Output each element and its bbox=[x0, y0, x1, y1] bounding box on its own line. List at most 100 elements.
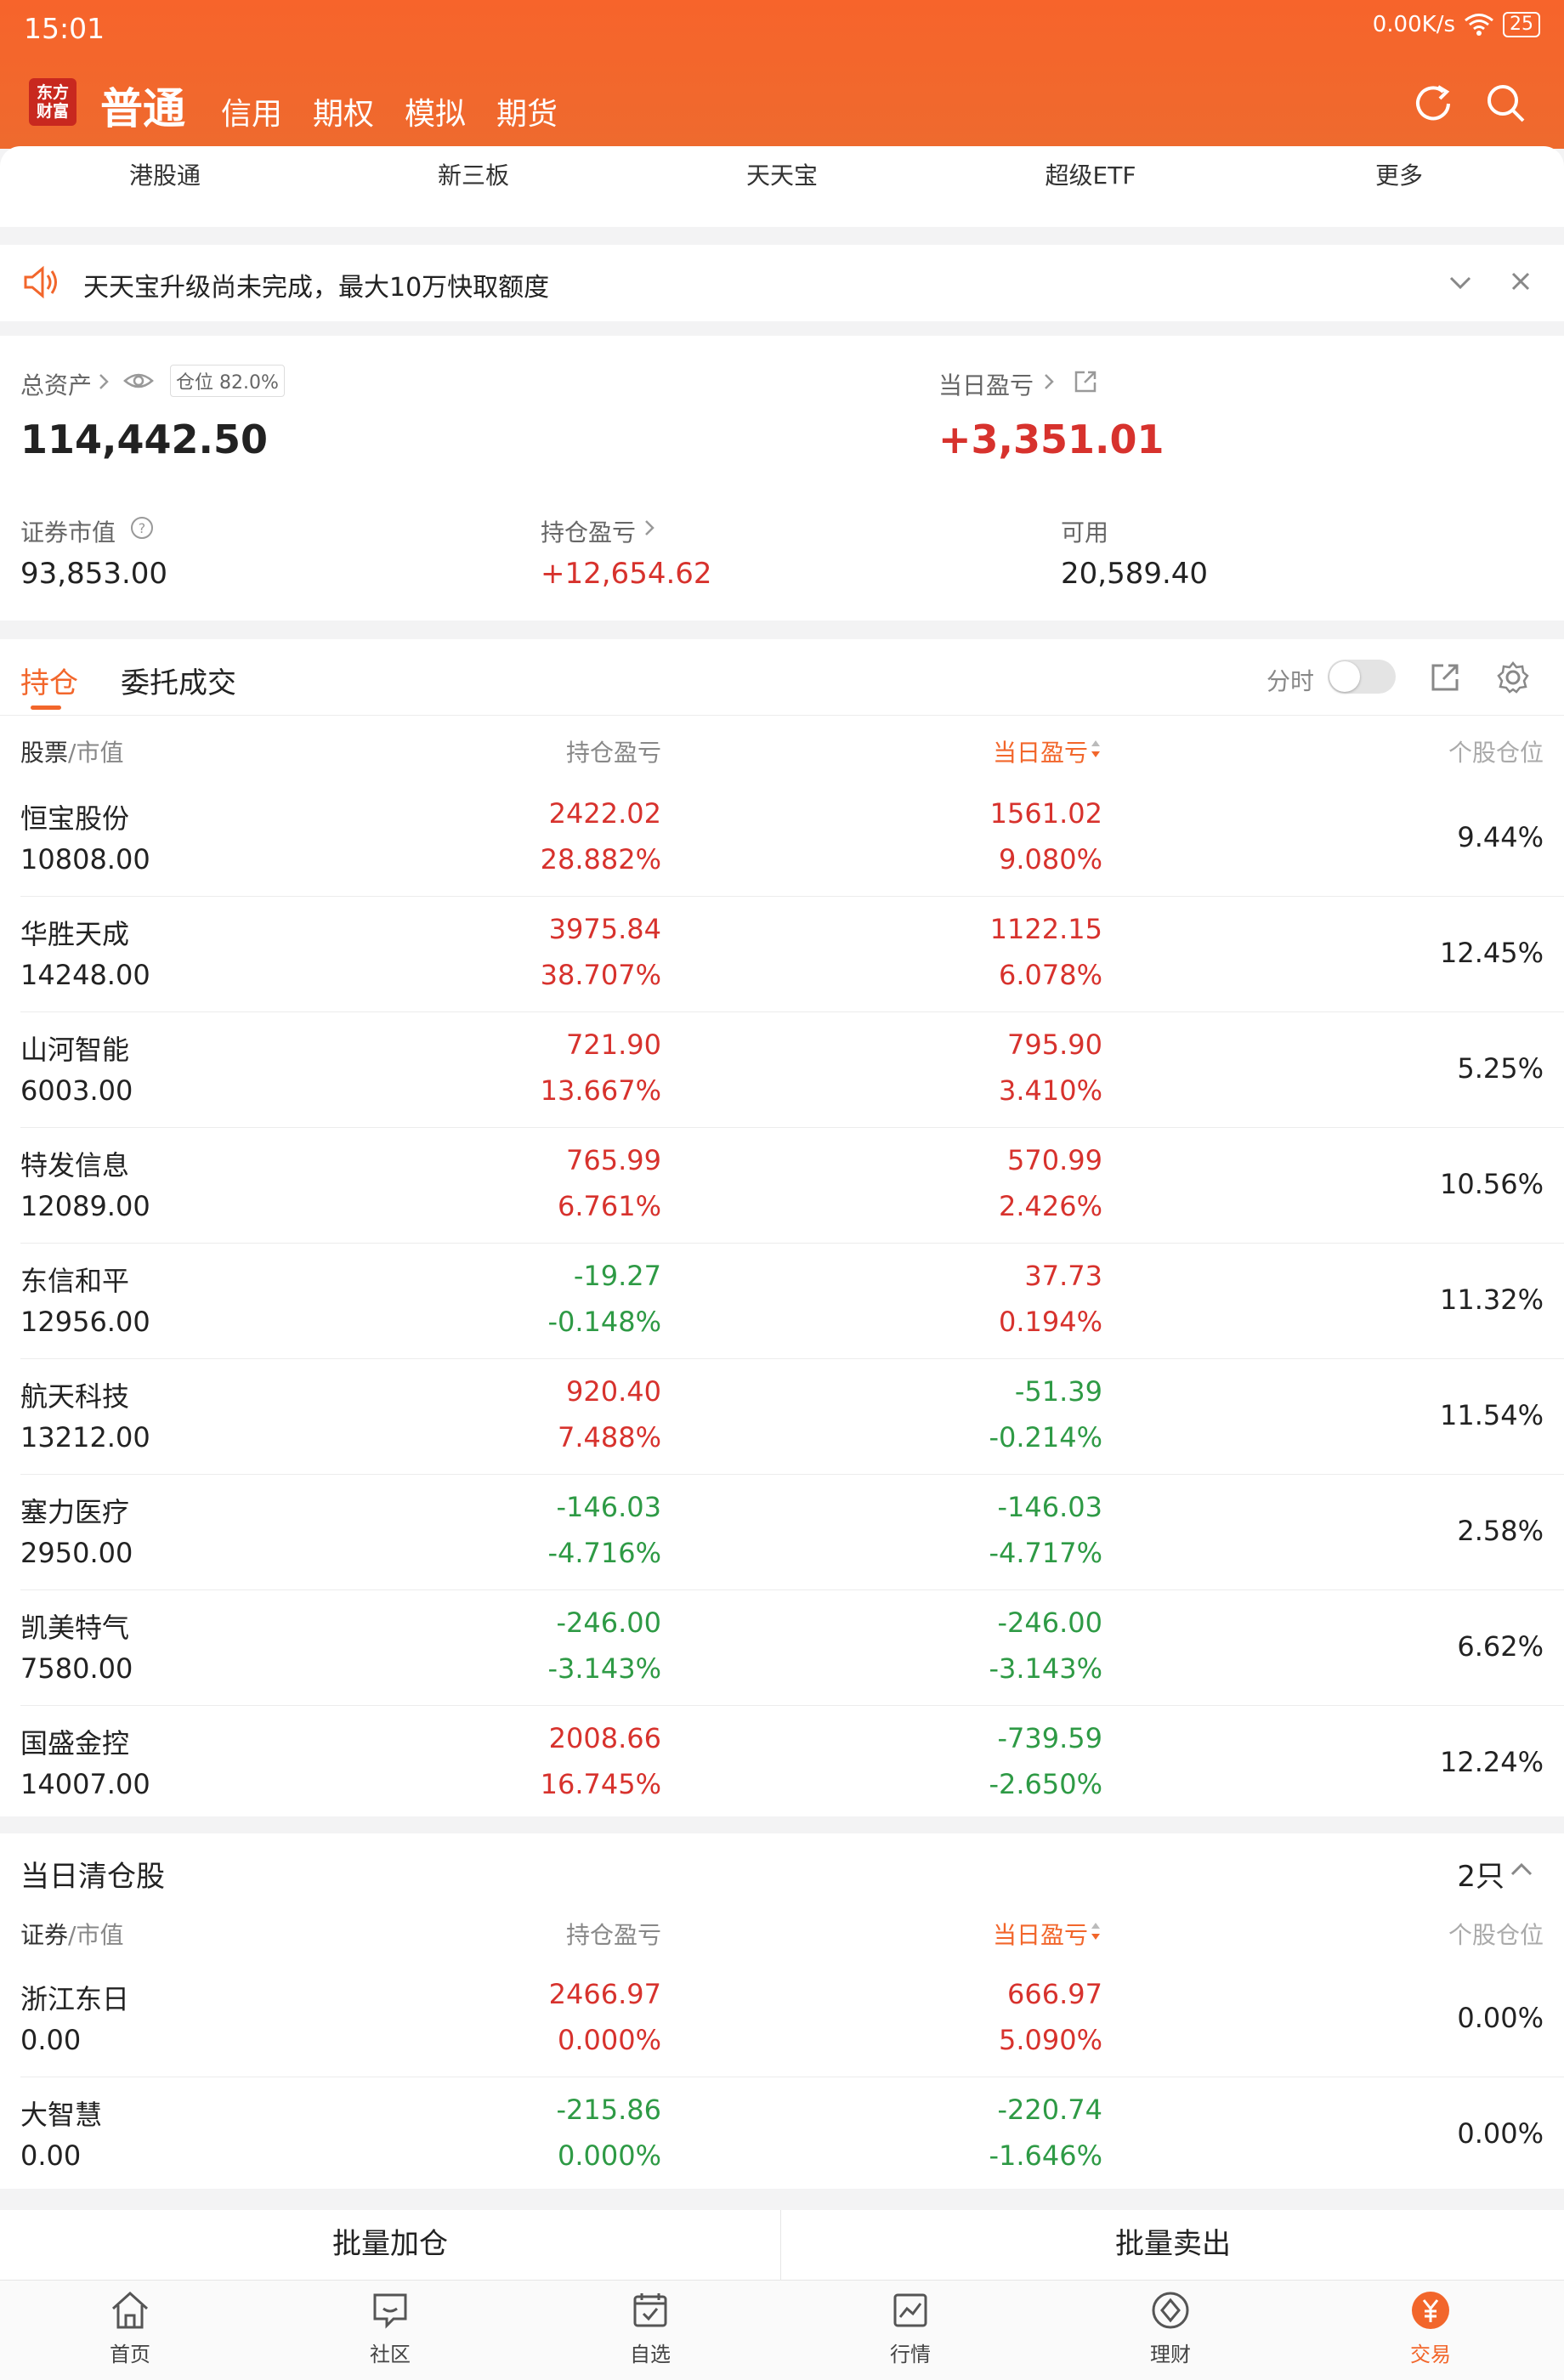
export-icon[interactable] bbox=[1428, 660, 1462, 694]
tab-xinyong[interactable]: 信用 bbox=[221, 89, 282, 133]
table-row[interactable] bbox=[0, 896, 1564, 1012]
position-pct: 6.62% bbox=[1457, 1630, 1544, 1663]
battery-indicator: 25 bbox=[1503, 12, 1540, 37]
daily-pl: 1122.15 bbox=[989, 913, 1102, 945]
chevron-up-icon[interactable] bbox=[1510, 1860, 1533, 1880]
sort-icon[interactable] bbox=[1090, 738, 1102, 760]
holding-pl: 765.99 bbox=[566, 1144, 661, 1176]
holding-pl-pct: 6.761% bbox=[557, 1190, 661, 1222]
position-pct: 0.00% bbox=[1457, 2117, 1544, 2150]
col-hold-pl[interactable]: 持仓盈亏 bbox=[566, 734, 661, 768]
table-row[interactable] bbox=[0, 1474, 1564, 1590]
tab-putong[interactable]: 普通 bbox=[100, 75, 185, 136]
daily-pl: 666.97 bbox=[1007, 1978, 1102, 2010]
position-badge: 仓位 82.0% bbox=[170, 365, 285, 397]
diamond-icon bbox=[1152, 2292, 1189, 2329]
holding-pl-pct: 0.000% bbox=[557, 2139, 661, 2172]
tab-moni[interactable]: 模拟 bbox=[405, 89, 466, 133]
daily-pl-pct: 3.410% bbox=[998, 1074, 1102, 1107]
chevron-down-icon[interactable] bbox=[1448, 272, 1472, 292]
wifi-icon bbox=[1465, 14, 1493, 36]
table-row[interactable] bbox=[0, 1961, 1564, 2077]
holding-pl: 721.90 bbox=[566, 1028, 661, 1061]
batch-add-button[interactable]: 批量加仓 bbox=[0, 2220, 780, 2262]
table-row[interactable] bbox=[0, 1590, 1564, 1705]
tabbar-trade[interactable]: 交易 bbox=[1300, 2288, 1561, 2367]
table-row[interactable] bbox=[0, 780, 1564, 896]
tabbar-market[interactable]: 行情 bbox=[780, 2288, 1040, 2367]
table-row[interactable] bbox=[0, 2077, 1564, 2192]
refresh-icon[interactable] bbox=[1411, 82, 1455, 126]
stock-name: 国盛金控 bbox=[20, 1727, 130, 1760]
cleared-col-position[interactable]: 个股仓位 bbox=[1448, 1917, 1544, 1951]
tabbar-community-label: 社区 bbox=[370, 2343, 411, 2366]
table-row[interactable] bbox=[0, 1705, 1564, 1821]
fenshi-toggle[interactable] bbox=[1328, 660, 1396, 694]
chevron-right-icon bbox=[645, 520, 654, 536]
stock-name: 东信和平 bbox=[20, 1265, 130, 1297]
cleared-col-day-pl[interactable]: 当日盈亏 bbox=[993, 1917, 1088, 1951]
market-value: 12089.00 bbox=[20, 1190, 150, 1222]
stock-name: 凯美特气 bbox=[20, 1612, 130, 1644]
subnav-xinsanban[interactable]: 新三板 bbox=[317, 157, 630, 191]
holding-pl-pct: 13.667% bbox=[540, 1074, 661, 1107]
market-value: 0.00 bbox=[20, 2139, 82, 2172]
sort-icon[interactable] bbox=[1090, 1920, 1102, 1942]
market-value: 10808.00 bbox=[20, 843, 150, 876]
share-icon[interactable] bbox=[1073, 369, 1098, 394]
cleared-count[interactable]: 2只 bbox=[1457, 1853, 1504, 1895]
close-icon[interactable] bbox=[1510, 270, 1532, 292]
calendar-check-icon bbox=[633, 2293, 667, 2327]
daily-pl: -146.03 bbox=[997, 1491, 1102, 1523]
market-value: 6003.00 bbox=[20, 1074, 133, 1107]
chart-icon bbox=[893, 2293, 927, 2327]
tab-qiquan[interactable]: 期权 bbox=[313, 89, 374, 133]
active-tab-indicator bbox=[31, 706, 61, 710]
stock-name: 塞力医疗 bbox=[20, 1496, 130, 1528]
search-icon[interactable] bbox=[1484, 82, 1528, 126]
tabbar-finance-label: 理财 bbox=[1150, 2343, 1191, 2366]
tab-holdings[interactable]: 持仓 bbox=[20, 660, 78, 701]
holding-pl-pct: 16.745% bbox=[540, 1768, 661, 1800]
network-speed: 0.00K/s bbox=[1372, 12, 1455, 37]
yuan-coin-icon bbox=[1412, 2292, 1449, 2329]
subnav-ganggutong[interactable]: 港股通 bbox=[8, 157, 321, 191]
table-row[interactable] bbox=[0, 1127, 1564, 1243]
total-asset-label[interactable]: 总资产 bbox=[20, 367, 92, 401]
tabbar-home[interactable]: 首页 bbox=[0, 2288, 260, 2367]
eye-icon[interactable] bbox=[122, 369, 155, 393]
holding-pl-label[interactable]: 持仓盈亏 bbox=[541, 514, 636, 548]
tabbar-watchlist[interactable]: 自选 bbox=[520, 2288, 780, 2367]
daily-pl: 1561.02 bbox=[989, 797, 1102, 830]
svg-text:?: ? bbox=[139, 520, 146, 536]
cleared-col-hold-pl[interactable]: 持仓盈亏 bbox=[566, 1917, 661, 1951]
batch-sell-button[interactable]: 批量卖出 bbox=[782, 2220, 1564, 2262]
daily-pl-label[interactable]: 当日盈亏 bbox=[938, 367, 1034, 401]
table-row[interactable] bbox=[0, 1358, 1564, 1474]
col-day-pl[interactable]: 当日盈亏 bbox=[993, 734, 1088, 768]
cleared-col-security: 证券/市值 bbox=[20, 1921, 124, 1949]
help-icon[interactable]: ? bbox=[129, 515, 155, 541]
gear-icon[interactable] bbox=[1496, 660, 1530, 694]
subnav-super-etf[interactable]: 超级ETF bbox=[934, 157, 1247, 191]
daily-pl-pct: -3.143% bbox=[989, 1652, 1102, 1685]
tab-qihuo[interactable]: 期货 bbox=[496, 89, 558, 133]
subnav-tiantianbao[interactable]: 天天宝 bbox=[626, 157, 938, 191]
market-value: 14007.00 bbox=[20, 1768, 150, 1800]
position-pct: 9.44% bbox=[1457, 821, 1544, 853]
tabbar-community[interactable]: 社区 bbox=[260, 2288, 520, 2367]
table-row[interactable] bbox=[0, 1243, 1564, 1358]
tabbar-finance[interactable]: 理财 bbox=[1040, 2288, 1300, 2367]
daily-pl: -51.39 bbox=[1014, 1375, 1102, 1408]
stock-name: 山河智能 bbox=[20, 1034, 130, 1066]
holding-pl: 3975.84 bbox=[548, 913, 661, 945]
position-pct: 11.32% bbox=[1439, 1284, 1544, 1316]
fenshi-label: 分时 bbox=[1266, 667, 1315, 695]
subnav-more[interactable]: 更多 bbox=[1243, 157, 1556, 191]
position-pct: 11.54% bbox=[1439, 1399, 1544, 1431]
table-row[interactable] bbox=[0, 1012, 1564, 1127]
home-icon bbox=[111, 2291, 149, 2329]
tab-orders[interactable]: 委托成交 bbox=[121, 660, 236, 701]
col-position[interactable]: 个股仓位 bbox=[1448, 734, 1544, 768]
daily-pl-pct: 0.194% bbox=[998, 1306, 1102, 1338]
